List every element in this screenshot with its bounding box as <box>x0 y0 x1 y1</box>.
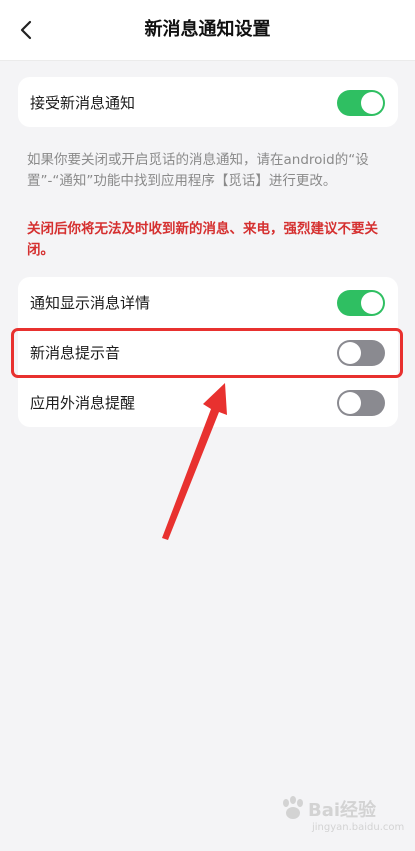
toggle-knob <box>361 92 383 114</box>
notification-sound-toggle[interactable] <box>337 340 385 366</box>
setting-row-outside-app-alerts: 应用外消息提醒 <box>18 377 398 427</box>
toggle-knob <box>339 342 361 364</box>
setting-label: 通知显示消息详情 <box>30 293 151 312</box>
navigation-bar: 新消息通知设置 <box>0 0 415 61</box>
watermark-text: Bai经验 <box>308 800 377 821</box>
watermark-site: jingyan.baidu.com <box>312 822 405 833</box>
show-details-toggle[interactable] <box>337 290 385 316</box>
watermark: Bai经验 jingyan.baidu.com <box>278 794 408 844</box>
setting-label: 应用外消息提醒 <box>30 393 136 412</box>
setting-row-receive-notifications: 接受新消息通知 <box>18 77 398 127</box>
setting-label: 新消息提示音 <box>30 343 121 362</box>
toggle-knob <box>339 392 361 414</box>
toggle-knob <box>361 292 383 314</box>
paw-logo-icon <box>283 796 303 819</box>
receive-notifications-toggle[interactable] <box>337 90 385 116</box>
setting-row-notification-sound: 新消息提示音 <box>18 327 398 377</box>
info-description: 如果你要关闭或开启觅话的消息通知，请在android的“设置”-“通知”功能中找… <box>27 152 369 189</box>
notification-card-primary: 接受新消息通知 <box>18 77 398 127</box>
page-title: 新消息通知设置 <box>144 19 271 40</box>
notification-card-secondary: 通知显示消息详情 新消息提示音 应用外消息提醒 <box>18 277 398 427</box>
warning-message: 关闭后你将无法及时收到新的消息、来电，强烈建议不要关闭。 <box>27 221 378 258</box>
outside-app-alerts-toggle[interactable] <box>337 390 385 416</box>
setting-row-show-details: 通知显示消息详情 <box>18 277 398 327</box>
setting-label: 接受新消息通知 <box>30 93 136 112</box>
